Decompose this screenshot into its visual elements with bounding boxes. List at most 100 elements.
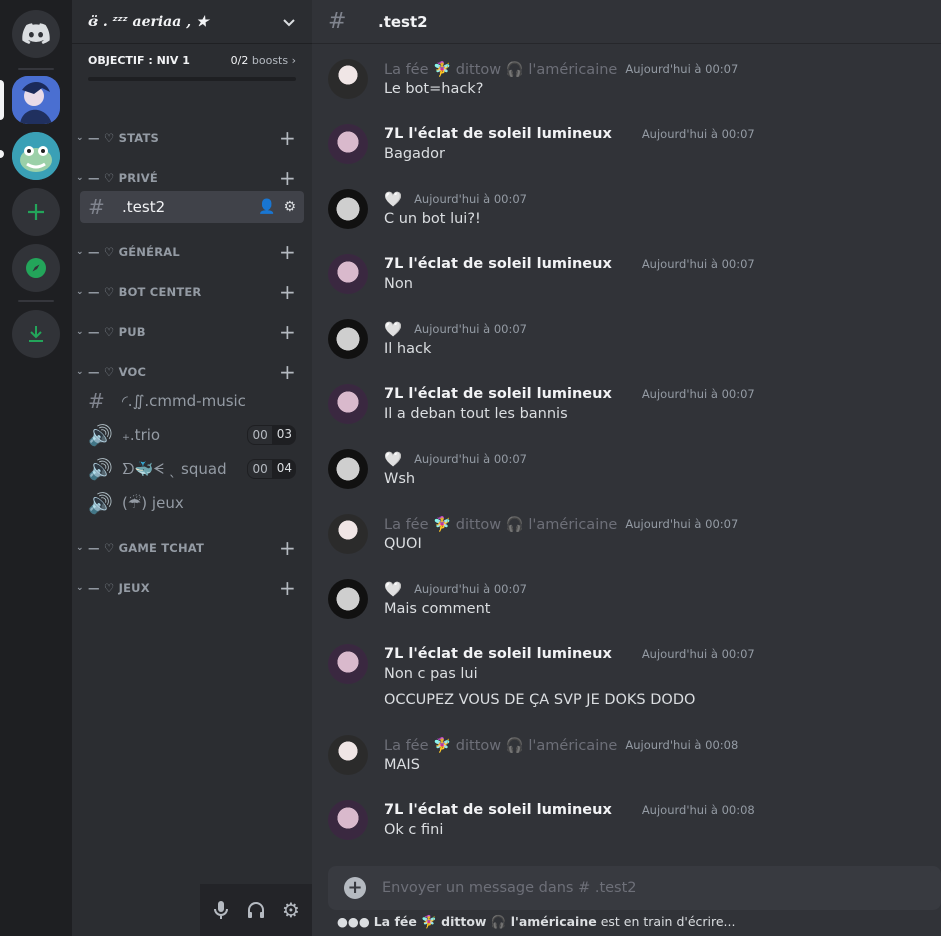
username[interactable]: 🤍 [384,451,402,468]
username[interactable]: La fée 🧚‍♀️ dittow 🎧 l'américaine [384,516,617,533]
timestamp: Aujourd'hui à 00:07 [414,582,527,596]
discord-logo-icon [22,23,50,44]
voice-channel-squad[interactable]: 🔊 ᗤ🐳ᗕ ˎ squad 00 04 [80,453,304,485]
chevron-down-icon[interactable] [282,15,296,29]
username[interactable]: La fée 🧚‍♀️ dittow 🎧 l'américaine [384,737,617,754]
category-voc[interactable]: ⌄ — ♡ VOC + [72,362,312,382]
channel-header: # .test2 [312,0,941,44]
message-text: MAIS [384,757,420,773]
timestamp: Aujourd'hui à 00:07 [641,647,755,661]
explore-servers-button[interactable] [12,244,60,292]
message-text: Wsh [384,471,416,487]
create-channel-plus-icon[interactable]: + [279,242,296,262]
avatar[interactable] [328,800,368,840]
microphone-icon[interactable] [212,900,230,920]
voice-channel-trio[interactable]: 🔊 ₊.trio 00 03 [80,419,304,451]
category-general[interactable]: ⌄ — ♡ GÉNÉRAL + [72,242,312,262]
speaker-icon: 🔊 [88,423,113,447]
rail-divider [18,68,54,70]
create-channel-plus-icon[interactable]: + [279,322,296,342]
speaker-icon: 🔊 [88,457,113,481]
create-channel-plus-icon[interactable]: + [279,578,296,598]
chat-area: # .test2 La fée 🧚‍♀️ dittow 🎧 l'américai… [312,0,941,936]
create-channel-plus-icon[interactable]: + [279,168,296,188]
username[interactable]: La fée 🧚‍♀️ dittow 🎧 l'américaine [384,61,617,78]
add-member-icon[interactable]: 👤 [258,199,275,215]
category-stats[interactable]: ⌄ — ♡ STATS + [72,128,312,148]
category-pub[interactable]: ⌄ — ♡ PUB + [72,322,312,342]
create-channel-plus-icon[interactable]: + [279,282,296,302]
unread-server-pill [0,150,4,158]
gear-icon[interactable]: ⚙ [283,199,296,215]
avatar[interactable] [328,644,368,684]
boost-goal-label: OBJECTIF : NIV 1 [88,54,190,67]
server-icon-aeriaa[interactable] [12,76,60,124]
hashtag-icon: # [328,9,347,34]
avatar[interactable] [328,384,368,424]
compass-icon [26,258,46,278]
category-jeux[interactable]: ⌄ — ♡ JEUX + [72,578,312,598]
create-channel-plus-icon[interactable]: + [279,362,296,382]
message-text: C un bot lui?! [384,211,481,227]
server-rail [0,0,72,936]
channel-title: .test2 [378,12,428,31]
message-text: OCCUPEZ VOUS DE ÇA SVP JE DOKS DODO [384,692,696,708]
timestamp: Aujourd'hui à 00:08 [641,803,755,817]
username[interactable]: 7L l'éclat de soleil lumineux [384,646,612,662]
username[interactable]: 🤍 [384,581,402,598]
avatar[interactable] [328,579,368,619]
timestamp: Aujourd'hui à 00:07 [625,517,739,531]
server-icon-frog[interactable] [12,132,60,180]
message-text: Mais comment [384,601,491,617]
server-avatar-anime-icon [12,76,60,124]
message-text: Il a deban tout les bannis [384,406,568,422]
download-apps-button[interactable] [12,310,60,358]
username[interactable]: 7L l'éclat de soleil lumineux [384,126,612,142]
message-composer[interactable]: + Envoyer un message dans # .test2 [328,866,941,910]
channel-cmmd-music[interactable]: # ◜.∬.cmmd-music [80,385,304,417]
create-channel-plus-icon[interactable]: + [279,538,296,558]
avatar[interactable] [328,449,368,489]
headphones-icon[interactable] [246,900,266,920]
category-game-tchat[interactable]: ⌄ — ♡ GAME TCHAT + [72,538,312,558]
typing-dots-icon: ●●● [337,914,370,929]
timestamp: Aujourd'hui à 00:07 [414,322,527,336]
message-input[interactable]: Envoyer un message dans # .test2 [382,880,637,896]
rail-divider [18,300,54,302]
username[interactable]: 7L l'éclat de soleil lumineux [384,256,612,272]
add-server-button[interactable] [12,188,60,236]
category-bot-center[interactable]: ⌄ — ♡ BOT CENTER + [72,282,312,302]
message-text: Non [384,276,413,292]
timestamp: Aujourd'hui à 00:07 [641,257,755,271]
username[interactable]: 7L l'éclat de soleil lumineux [384,802,612,818]
category-prive[interactable]: ⌄ — ♡ PRIVÉ + [72,168,312,188]
server-header[interactable]: ɞ̈ . ᶻᶻᶻ 𝒂𝒆𝒓𝒊𝒂𝒂 , ★ [72,0,312,44]
timestamp: Aujourd'hui à 00:07 [641,387,755,401]
discord-home-button[interactable] [12,10,60,58]
boost-count: 0/2 boosts › [230,54,296,67]
username[interactable]: 🤍 [384,191,402,208]
channel-test2[interactable]: # .test2 👤 ⚙ [80,191,304,223]
avatar[interactable] [328,124,368,164]
avatar[interactable] [328,735,368,775]
settings-gear-icon[interactable]: ⚙ [282,898,300,922]
timestamp: Aujourd'hui à 00:08 [625,738,739,752]
download-icon [29,326,43,342]
avatar[interactable] [328,514,368,554]
avatar[interactable] [328,254,368,294]
username[interactable]: 7L l'éclat de soleil lumineux [384,386,612,402]
username[interactable]: 🤍 [384,321,402,338]
speaker-icon: 🔊 [88,491,113,515]
create-channel-plus-icon[interactable]: + [279,128,296,148]
server-avatar-frog-icon [12,132,60,180]
hashtag-icon: # [88,195,105,219]
typing-indicator: ●●● La fée 🧚‍♀️ dittow 🎧 l'américaine es… [337,914,736,929]
voice-channel-jeux[interactable]: 🔊 (☔) jeux [80,487,304,519]
attach-plus-icon[interactable]: + [344,877,366,899]
avatar[interactable] [328,59,368,99]
message-text: Ok c fini [384,822,444,838]
boost-goal[interactable]: OBJECTIF : NIV 1 0/2 boosts › [72,44,312,81]
avatar[interactable] [328,189,368,229]
message-text: Le bot=hack? [384,81,484,97]
avatar[interactable] [328,319,368,359]
